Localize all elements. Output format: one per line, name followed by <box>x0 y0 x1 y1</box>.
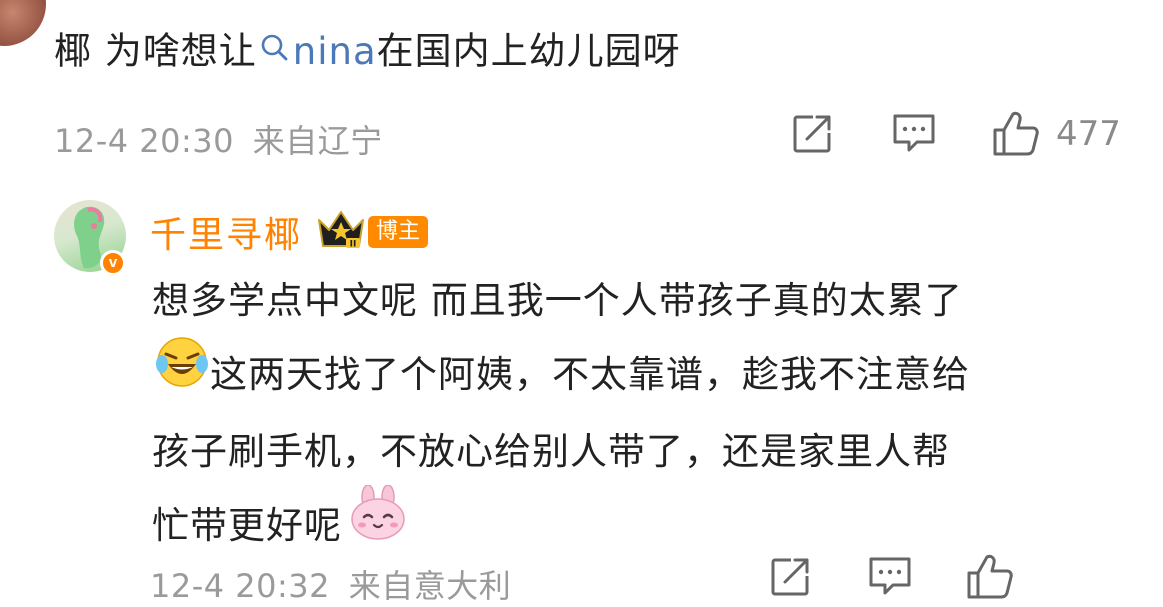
reply-text: 想多学点中文呢 而且我一个人带孩子真的太累了 这两天找了个阿姨，不太靠谱，趁我不… <box>152 268 970 570</box>
verified-badge-icon: v <box>100 250 126 276</box>
timestamp: 12-4 20:30 <box>54 122 235 160</box>
comment-meta: 12-4 20:30 来自辽宁 <box>54 116 383 162</box>
comment-button[interactable] <box>888 112 940 160</box>
crown-level-icon: II <box>316 208 366 256</box>
laughing-crying-emoji <box>154 334 210 411</box>
reply-line-2: 这两天找了个阿姨，不太靠谱，趁我不注意给 <box>154 334 970 419</box>
reply-line-1: 想多学点中文呢 而且我一个人带孩子真的太累了 <box>152 279 963 322</box>
blogger-badge: 博主 <box>368 216 429 248</box>
username[interactable]: 千里寻椰 <box>150 206 302 258</box>
location: 来自辽宁 <box>252 122 383 160</box>
like-button[interactable] <box>988 108 1044 162</box>
search-icon <box>259 26 289 74</box>
reply-timestamp: 12-4 20:32 <box>150 567 331 605</box>
avatar-top[interactable] <box>0 0 46 46</box>
share-icon <box>791 113 833 159</box>
share-button[interactable] <box>786 112 838 160</box>
reply-line-3: 孩子刷手机，不放心给别人带了，还是家里人帮 <box>152 430 950 473</box>
comment-icon <box>867 555 913 603</box>
comment-text-end: 在国内上幼儿园呀 <box>376 29 681 73</box>
svg-text:II: II <box>350 240 357 250</box>
reply-line-2-text: 这两天找了个阿姨，不太靠谱，趁我不注意给 <box>210 353 970 396</box>
reply-header: 千里寻椰 II 博主 <box>150 206 429 258</box>
bunny-emoji <box>348 484 408 562</box>
mention-link[interactable]: nina <box>257 30 377 73</box>
reply-line-4-text: 忙带更好呢 <box>152 504 342 547</box>
comment-icon <box>891 112 937 160</box>
reply-comment-button[interactable] <box>864 556 916 602</box>
comment-text-start: 椰 为啥想让 <box>54 29 257 73</box>
like-count: 477 <box>1056 114 1121 154</box>
reply-meta: 12-4 20:32 来自意大利 <box>150 561 511 607</box>
comment-text: 椰 为啥想让 nina在国内上幼儿园呀 <box>54 26 681 80</box>
reply-share-button[interactable] <box>764 556 816 602</box>
reply-line-4: 忙带更好呢 <box>152 484 970 570</box>
share-icon <box>769 556 811 602</box>
reply-like-button[interactable] <box>962 552 1018 604</box>
like-icon <box>991 108 1041 162</box>
reply-location: 来自意大利 <box>348 567 512 605</box>
mention-name: nina <box>292 29 377 73</box>
like-icon <box>965 551 1015 605</box>
